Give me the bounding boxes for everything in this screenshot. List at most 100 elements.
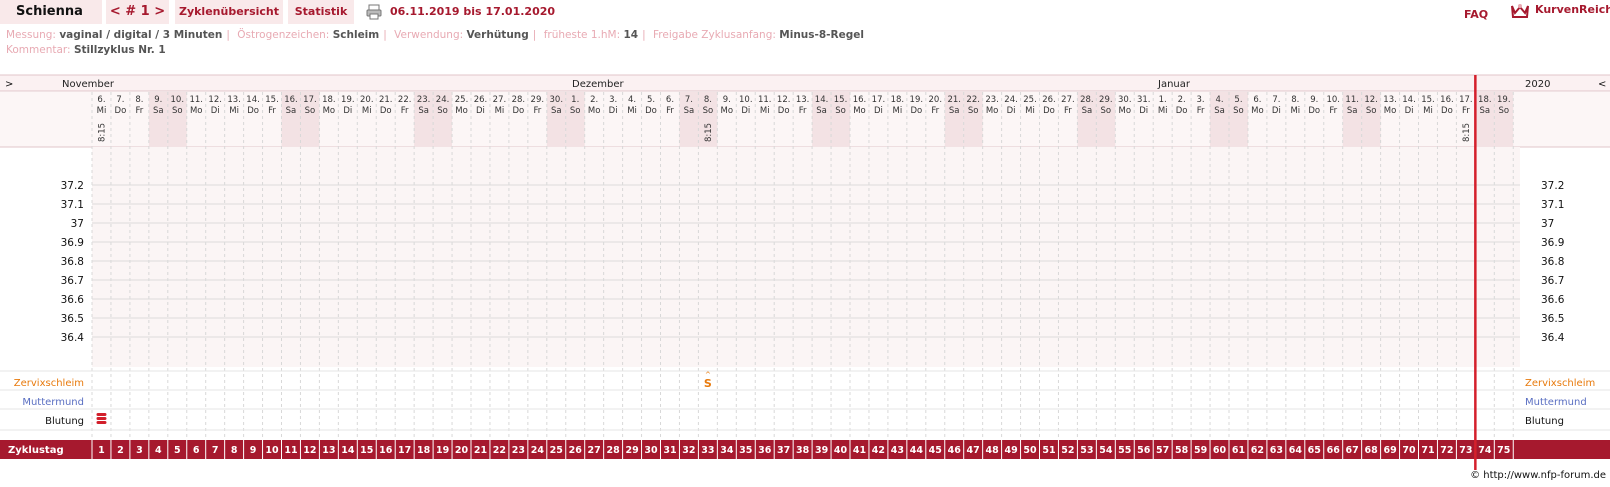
cycle-day-number: 32 bbox=[682, 445, 695, 456]
weekday-label: Mo bbox=[190, 106, 203, 116]
date-label: 5. bbox=[1234, 95, 1242, 105]
date-label: 28. bbox=[1080, 95, 1094, 105]
weekday-label: Do bbox=[910, 106, 922, 116]
weekday-label: Di bbox=[1139, 106, 1148, 116]
weekday-label: Mo bbox=[588, 106, 601, 116]
copyright-footer: © http://www.nfp-forum.de bbox=[1470, 470, 1606, 481]
cycle-day-number: 28 bbox=[607, 445, 621, 456]
weekday-label: So bbox=[570, 106, 581, 116]
weekday-label: Sa bbox=[551, 106, 562, 116]
y-tick-left: 36.8 bbox=[61, 256, 84, 268]
weekday-label: Mo bbox=[721, 106, 734, 116]
weekday-label: Fr bbox=[533, 106, 541, 116]
date-label: 23. bbox=[985, 95, 999, 105]
date-label: 4. bbox=[1215, 95, 1223, 105]
date-label: 27. bbox=[1061, 95, 1075, 105]
cycle-day-number: 64 bbox=[1289, 445, 1303, 456]
bleeding-mark bbox=[96, 421, 107, 424]
weekday-label: So bbox=[968, 106, 979, 116]
weekday-label: Sa bbox=[418, 106, 429, 116]
date-label: 9. bbox=[154, 95, 162, 105]
weekday-label: Mo bbox=[1119, 106, 1132, 116]
y-tick-right: 36.9 bbox=[1541, 237, 1564, 249]
measurement-time: 8:15 bbox=[97, 123, 107, 142]
cycle-day-number: 46 bbox=[948, 445, 962, 456]
y-tick-right: 36.7 bbox=[1541, 275, 1564, 287]
date-label: 17. bbox=[1459, 95, 1473, 105]
date-label: 11. bbox=[1345, 95, 1359, 105]
cycle-day-number: 11 bbox=[284, 445, 297, 456]
scroll-right-arrow: > bbox=[5, 79, 13, 90]
y-tick-right: 36.8 bbox=[1541, 256, 1564, 268]
weekday-label: Do bbox=[778, 106, 790, 116]
cycle-day-number: 33 bbox=[701, 445, 714, 456]
date-label: 16. bbox=[853, 95, 867, 105]
weekday-label: Mo bbox=[853, 106, 866, 116]
y-tick-right: 36.6 bbox=[1541, 294, 1565, 306]
weekday-label: Mi bbox=[1290, 106, 1300, 116]
date-label: 9. bbox=[723, 95, 731, 105]
cycle-day-number: 34 bbox=[720, 445, 734, 456]
cycle-day-number: 69 bbox=[1383, 445, 1396, 456]
cycle-day-number: 62 bbox=[1251, 445, 1264, 456]
weekday-label: Sa bbox=[949, 106, 960, 116]
cycle-day-number: 14 bbox=[341, 445, 355, 456]
cycle-day-number: 13 bbox=[322, 445, 335, 456]
date-label: 13. bbox=[227, 95, 241, 105]
date-label: 12. bbox=[1364, 95, 1378, 105]
date-label: 30. bbox=[550, 95, 564, 105]
month-label: November bbox=[62, 79, 115, 90]
cycle-day-number: 35 bbox=[739, 445, 752, 456]
cycle-day-number: 65 bbox=[1308, 445, 1321, 456]
date-label: 18. bbox=[1478, 95, 1492, 105]
weekday-label: Di bbox=[1272, 106, 1281, 116]
weekday-label: Mi bbox=[495, 106, 505, 116]
cycle-day-number: 8 bbox=[231, 445, 238, 456]
date-label: 2. bbox=[590, 95, 598, 105]
date-label: 9. bbox=[1310, 95, 1318, 105]
y-tick-right: 37 bbox=[1541, 218, 1554, 230]
cycle-day-number: 20 bbox=[455, 445, 469, 456]
cycle-day-label: Zyklustag bbox=[8, 445, 64, 456]
date-label: 19. bbox=[1497, 95, 1511, 105]
y-tick-left: 36.9 bbox=[61, 237, 84, 249]
weekday-label: Fr bbox=[1197, 106, 1205, 116]
cycle-day-number: 60 bbox=[1213, 445, 1227, 456]
weekday-label: Mi bbox=[362, 106, 372, 116]
date-label: 7. bbox=[685, 95, 693, 105]
cycle-day-number: 61 bbox=[1232, 445, 1245, 456]
date-label: 6. bbox=[666, 95, 674, 105]
date-label: 31. bbox=[1137, 95, 1151, 105]
y-tick-left: 36.7 bbox=[61, 275, 84, 287]
weekday-label: Mi bbox=[1423, 106, 1433, 116]
cycle-day-number: 16 bbox=[379, 445, 393, 456]
cycle-day-number: 9 bbox=[250, 445, 257, 456]
cycle-day-number: 19 bbox=[436, 445, 449, 456]
weekday-label: Fr bbox=[135, 106, 143, 116]
date-label: 1. bbox=[1159, 95, 1167, 105]
date-label: 24. bbox=[1004, 95, 1018, 105]
cycle-day-number: 49 bbox=[1004, 445, 1017, 456]
y-tick-right: 37.2 bbox=[1541, 180, 1564, 192]
cycle-day-number: 59 bbox=[1194, 445, 1207, 456]
date-label: 1. bbox=[571, 95, 579, 105]
date-label: 8. bbox=[704, 95, 712, 105]
weekday-label: Sa bbox=[286, 106, 297, 116]
temperature-area-bg bbox=[92, 147, 1520, 367]
weekday-label: Mo bbox=[455, 106, 468, 116]
weekday-label: Sa bbox=[153, 106, 164, 116]
year-label: 2020 bbox=[1525, 79, 1550, 90]
weekday-label: Sa bbox=[1347, 106, 1358, 116]
cycle-day-number: 12 bbox=[303, 445, 316, 456]
weekday-label: Fr bbox=[268, 106, 276, 116]
cycle-day-number: 18 bbox=[417, 445, 431, 456]
date-label: 14. bbox=[1402, 95, 1416, 105]
weekday-label: So bbox=[305, 106, 316, 116]
cycle-day-number: 55 bbox=[1118, 445, 1131, 456]
scroll-left-arrow: < bbox=[1598, 79, 1606, 90]
weekday-label: So bbox=[703, 106, 714, 116]
date-label: 21. bbox=[379, 95, 393, 105]
cycle-day-number: 53 bbox=[1080, 445, 1093, 456]
date-label: 18. bbox=[891, 95, 905, 105]
weekday-label: Sa bbox=[816, 106, 827, 116]
